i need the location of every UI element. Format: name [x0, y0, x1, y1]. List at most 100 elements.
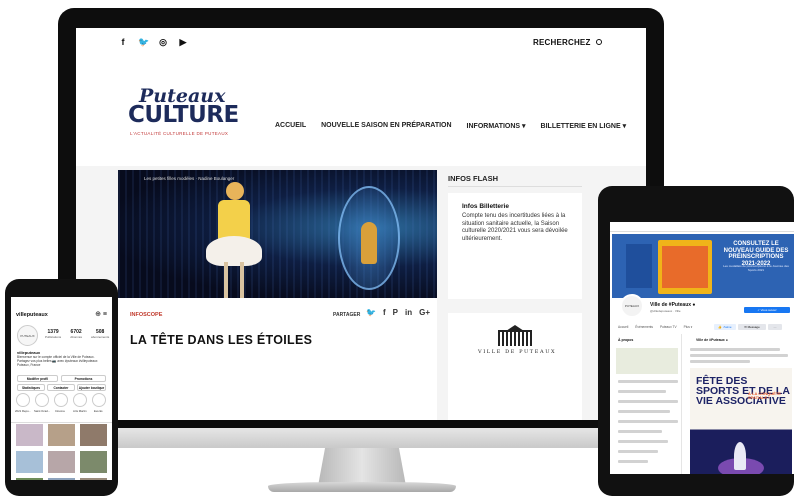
facebook-screen: CONSULTEZ LE NOUVEAU GUIDE DES PRÉINSCRI… [610, 222, 794, 474]
fb-like-button[interactable]: 👍 J'aime [714, 324, 736, 330]
fb-post-author[interactable]: Ville de #Puteaux ● [696, 338, 728, 342]
ig-stat-posts[interactable]: 1379 Publications [45, 329, 61, 339]
rocket-icon [734, 442, 746, 470]
ig-highlight-label: Arts Martin [73, 409, 87, 413]
youtube-icon[interactable]: ▶ [178, 37, 188, 48]
ig-post-thumbnail[interactable] [48, 424, 75, 446]
ig-post-thumbnail[interactable] [16, 478, 43, 480]
fb-message-button[interactable]: ✉ Message [738, 324, 766, 330]
flash-divider [448, 186, 582, 187]
ig-highlight[interactable] [16, 393, 30, 407]
fb-post: Ville de #Puteaux ● FÊTE DES SPORTS ET D… [686, 334, 794, 474]
bubble-figure [361, 222, 377, 264]
ig-post-thumbnail[interactable] [80, 478, 107, 480]
ig-grid-tabs[interactable] [11, 415, 112, 423]
ig-stat-label: Publications [45, 335, 62, 339]
twitter-share-icon[interactable]: 🐦 [366, 308, 376, 317]
website-header: Puteaux CULTURE L'ACTUALITÉ CULTURELLE D… [76, 58, 646, 166]
googleplus-share-icon[interactable]: G+ [419, 308, 430, 317]
fb-map[interactable] [616, 348, 678, 374]
ig-stat-following[interactable]: 508 abonnements [91, 329, 109, 339]
instagram-icon[interactable]: ◎ [158, 37, 168, 48]
fb-info-row [618, 400, 678, 403]
share-label: PARTAGER [333, 312, 361, 318]
fb-info-row [618, 390, 666, 393]
ville-label: VILLE DE PUTEAUX [478, 349, 557, 355]
ig-highlight[interactable] [35, 393, 49, 407]
flash-item-title[interactable]: Infos Billetterie [462, 203, 509, 210]
flash-item-text: Compte tenu des incertitudes liées à la … [462, 213, 568, 242]
ig-contact-button[interactable]: Contacter [47, 384, 75, 391]
ig-post-thumbnail[interactable] [48, 478, 75, 480]
website-screen: f 🐦 ◎ ▶ RECHERCHEZ Puteaux CULTURE L'ACT… [76, 28, 646, 420]
imac-foot [268, 482, 456, 492]
poster-tag: À LA CONQUÊTE SPATIALE ! [748, 391, 781, 401]
fb-more-button[interactable]: ··· [768, 324, 782, 330]
ig-highlight[interactable] [73, 393, 87, 407]
imac-stand [318, 448, 406, 486]
facebook-share-icon[interactable]: f [383, 308, 386, 317]
fb-tab-home[interactable]: Accueil [618, 325, 628, 329]
fb-info-row [618, 440, 668, 443]
fb-info-row [618, 420, 678, 423]
ig-highlight[interactable] [92, 393, 106, 407]
ig-highlight[interactable] [54, 393, 68, 407]
ig-stats-button[interactable]: Statistiques [17, 384, 45, 391]
main-nav: ACCUEIL NOUVELLE SAISON EN PRÉPARATION I… [275, 122, 626, 130]
fb-tab-events[interactable]: Événements [635, 325, 653, 329]
facebook-icon[interactable]: f [118, 37, 128, 48]
fb-page-avatar[interactable]: PUTEAUX [620, 294, 644, 318]
search-label: RECHERCHEZ [533, 38, 591, 47]
ig-username: villeputeaux [16, 312, 48, 318]
logo-culture[interactable]: CULTURE [128, 102, 239, 128]
linkedin-share-icon[interactable]: in [405, 308, 412, 317]
article-headline[interactable]: LA TÊTE DANS LES ÉTOILES [130, 333, 312, 347]
ig-promotions-button[interactable]: Promotions [61, 375, 106, 382]
logo-tagline: L'ACTUALITÉ CULTURELLE DE PUTEAUX [130, 131, 229, 136]
fb-page-name: Ville de #Puteaux ● [650, 302, 696, 308]
fb-info-row [618, 460, 648, 463]
pinterest-share-icon[interactable]: P [393, 308, 398, 317]
fb-follow-button[interactable]: ✓ Vous suivez [744, 307, 790, 313]
performer-body [218, 200, 250, 240]
nav-accueil[interactable]: ACCUEIL [275, 122, 306, 130]
ig-highlight-label: 2021 Repu... [15, 409, 32, 413]
fb-tab-more[interactable]: Plus ▾ [684, 325, 693, 329]
performer-legs [224, 262, 244, 298]
ig-stat-label: abonnements [91, 335, 110, 339]
nav-nouvelle-saison[interactable]: NOUVELLE SAISON EN PRÉPARATION [321, 122, 451, 130]
ig-shop-button[interactable]: Ajouter boutique [77, 384, 106, 391]
ig-post-thumbnail[interactable] [16, 451, 43, 473]
ig-post-thumbnail[interactable] [16, 424, 43, 446]
ig-avatar[interactable]: PUTEAUX [17, 325, 38, 346]
flash-card: Infos Billetterie Compte tenu des incert… [448, 193, 582, 299]
social-links: f 🐦 ◎ ▶ [118, 37, 188, 48]
fb-info-row [618, 410, 670, 413]
share-icons: 🐦 f P in G+ [366, 308, 430, 317]
ig-edit-profile-button[interactable]: Modifier profil [17, 375, 58, 382]
fb-tab-tv[interactable]: Puteaux TV [660, 325, 677, 329]
ig-highlight-label: Saint Ocad... [34, 409, 51, 413]
cover-panel [626, 244, 652, 288]
ig-highlight-label: Events [94, 409, 103, 413]
fb-cover-photo[interactable]: CONSULTEZ LE NOUVEAU GUIDE DES PRÉINSCRI… [612, 234, 794, 298]
article-category[interactable]: INFOSCOPE [130, 312, 162, 318]
cover-guide-booklet [658, 240, 712, 294]
ig-post-thumbnail[interactable] [80, 424, 107, 446]
search-button[interactable]: RECHERCHEZ [533, 38, 602, 47]
nav-informations[interactable]: INFORMATIONS ▾ [467, 122, 526, 130]
fb-info-row [618, 450, 658, 453]
ig-post-thumbnail[interactable] [80, 451, 107, 473]
twitter-icon[interactable]: 🐦 [138, 37, 149, 48]
instagram-screen: villeputeaux ⊕ ≡ PUTEAUX 1379 Publicatio… [11, 297, 112, 480]
flash-title: INFOS FLASH [448, 174, 498, 183]
hero-image[interactable]: Les petites filles modèles · Nadine Boul… [118, 170, 437, 298]
ig-post-thumbnail[interactable] [48, 451, 75, 473]
ville-banner[interactable]: VILLE DE PUTEAUX [448, 313, 582, 420]
fb-toolbar [610, 222, 794, 232]
fb-info-row [618, 380, 678, 383]
fb-post-image[interactable]: FÊTE DES SPORTS ET DE LA VIE ASSOCIATIVE… [690, 368, 792, 474]
ig-stat-followers[interactable]: 6702 Abonnés [70, 329, 82, 339]
nav-billetterie[interactable]: BILLETTERIE EN LIGNE ▾ [541, 122, 627, 130]
ig-menu-icon[interactable]: ⊕ ≡ [95, 310, 107, 318]
